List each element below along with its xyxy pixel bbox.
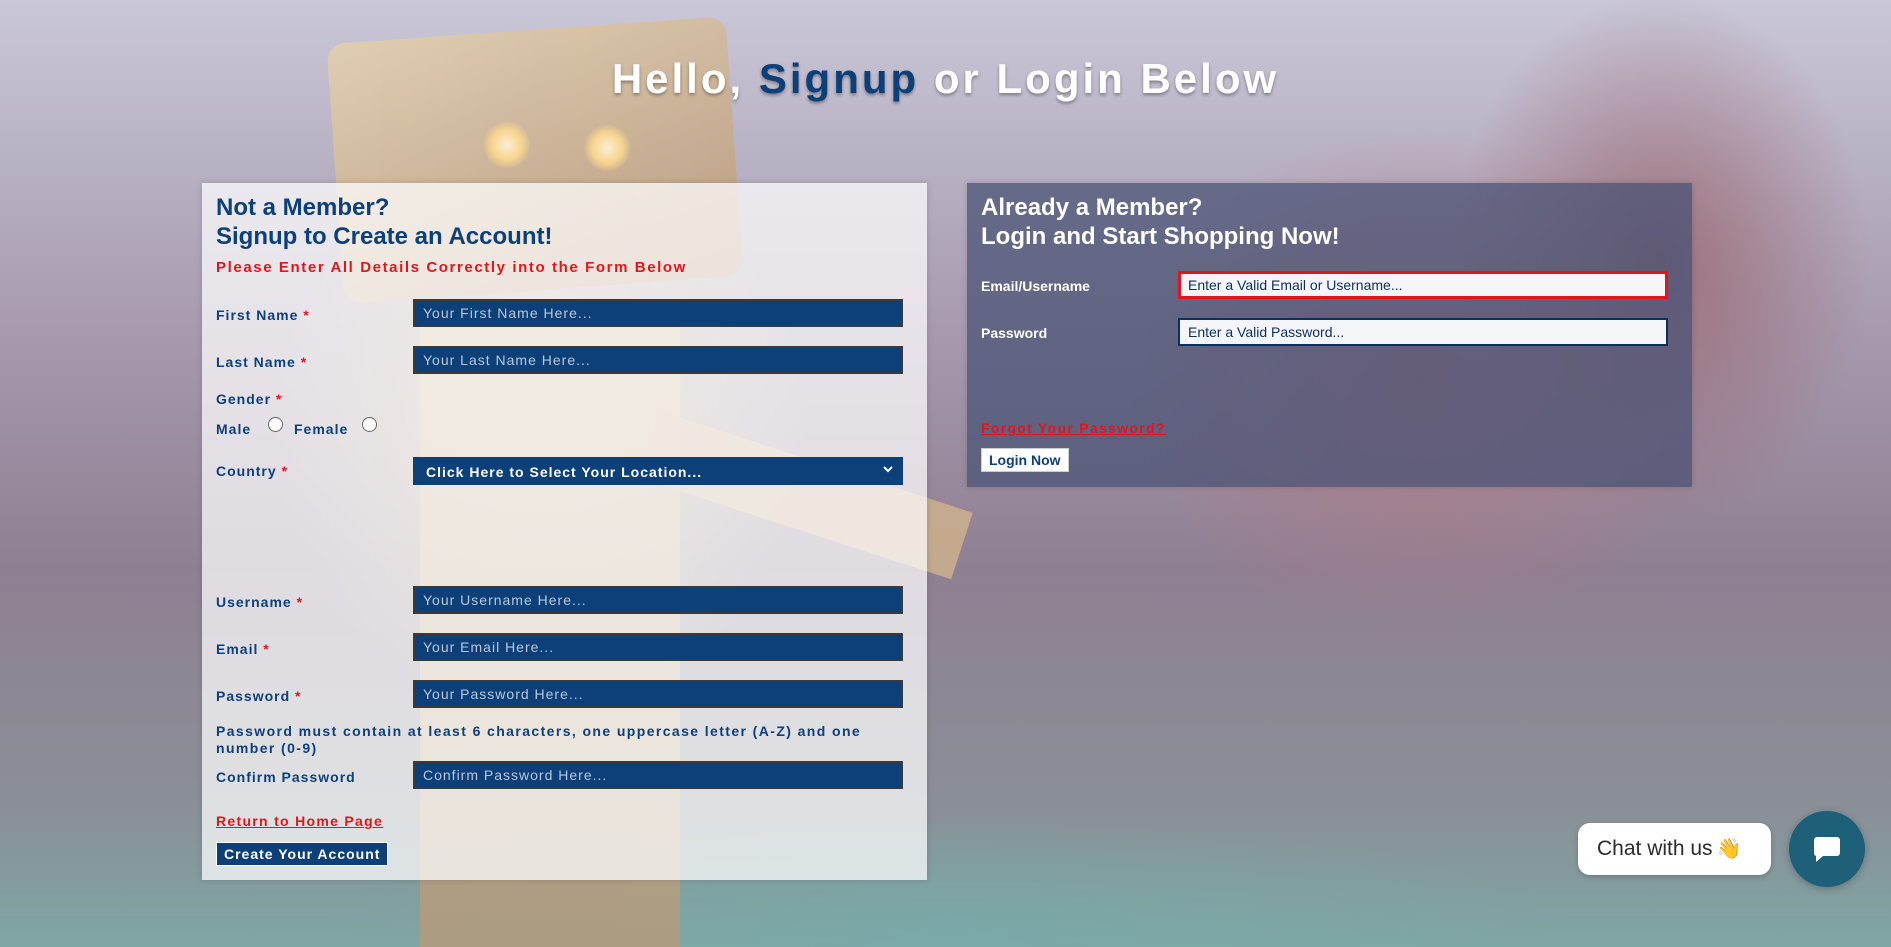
- login-heading-line1: Already a Member?: [981, 194, 1203, 221]
- email-label: Email *: [216, 641, 270, 657]
- required-mark: *: [300, 354, 308, 370]
- wave-emoji-icon: 👋: [1716, 838, 1742, 860]
- gender-male-label: Male: [216, 421, 252, 437]
- password-label-text: Password: [216, 688, 291, 704]
- login-button[interactable]: Login Now: [981, 448, 1069, 472]
- chat-launcher-button[interactable]: [1789, 811, 1865, 887]
- gender-female-label: Female: [294, 421, 349, 437]
- background-robot-eye: [482, 120, 532, 170]
- login-password-input[interactable]: [1178, 318, 1668, 346]
- gender-male-radio[interactable]: [268, 417, 283, 432]
- country-label-text: Country: [216, 463, 277, 479]
- signup-heading: Not a Member? Signup to Create an Accoun…: [216, 193, 552, 251]
- gender-label-text: Gender: [216, 391, 272, 407]
- required-mark: *: [281, 463, 289, 479]
- chat-with-us-prompt[interactable]: Chat with us 👋: [1578, 823, 1771, 875]
- required-mark: *: [263, 641, 270, 657]
- first-name-input[interactable]: [413, 299, 903, 327]
- signup-panel: Not a Member? Signup to Create an Accoun…: [202, 183, 927, 880]
- gender-label: Gender *: [216, 391, 282, 407]
- page-title-accent: Signup: [758, 55, 920, 102]
- login-password-label: Password: [981, 325, 1048, 341]
- required-mark: *: [296, 594, 304, 610]
- signup-heading-line1: Not a Member?: [216, 194, 390, 221]
- page-title-part1: Hello,: [611, 55, 759, 102]
- page-title: Hello, Signup or Login Below: [0, 55, 1891, 103]
- return-home-link[interactable]: Return to Home Page: [216, 813, 383, 829]
- chat-bubble-icon: [1813, 837, 1840, 862]
- email-input[interactable]: [413, 633, 903, 661]
- required-mark: *: [295, 688, 302, 704]
- login-heading-line2: Login and Start Shopping Now!: [981, 223, 1340, 250]
- username-input[interactable]: [413, 586, 903, 614]
- password-label: Password *: [216, 688, 301, 704]
- username-label-text: Username: [216, 594, 292, 610]
- email-label-text: Email: [216, 641, 259, 657]
- confirm-password-input[interactable]: [413, 761, 903, 789]
- page-title-part2: or Login Below: [919, 55, 1280, 102]
- gender-female-radio[interactable]: [362, 417, 377, 432]
- country-select-value: Click Here to Select Your Location...: [426, 464, 703, 480]
- first-name-label: First Name *: [216, 307, 310, 323]
- chat-with-us-label: Chat with us: [1597, 837, 1713, 860]
- last-name-input[interactable]: [413, 346, 903, 374]
- required-mark: *: [275, 391, 283, 407]
- password-hint: Password must contain at least 6 charact…: [216, 723, 862, 756]
- password-input[interactable]: [413, 680, 903, 708]
- forgot-password-link[interactable]: Forgot Your Password?: [981, 420, 1166, 436]
- chevron-down-icon: [882, 462, 894, 478]
- country-label: Country *: [216, 463, 288, 479]
- last-name-label: Last Name *: [216, 354, 307, 370]
- signup-notice: Please Enter All Details Correctly into …: [216, 259, 687, 276]
- signup-heading-line2: Signup to Create an Account!: [216, 223, 553, 250]
- login-heading: Already a Member? Login and Start Shoppi…: [981, 193, 1340, 251]
- login-panel: Already a Member? Login and Start Shoppi…: [967, 183, 1692, 487]
- login-email-label: Email/Username: [981, 278, 1090, 294]
- username-label: Username *: [216, 594, 303, 610]
- first-name-label-text: First Name: [216, 307, 299, 323]
- required-mark: *: [303, 307, 310, 323]
- confirm-password-label: Confirm Password: [216, 769, 356, 785]
- last-name-label-text: Last Name: [216, 354, 296, 370]
- background-robot-eye: [582, 123, 632, 173]
- create-account-button[interactable]: Create Your Account: [216, 842, 389, 866]
- country-select[interactable]: Click Here to Select Your Location...: [413, 457, 903, 485]
- login-email-input[interactable]: [1178, 271, 1668, 299]
